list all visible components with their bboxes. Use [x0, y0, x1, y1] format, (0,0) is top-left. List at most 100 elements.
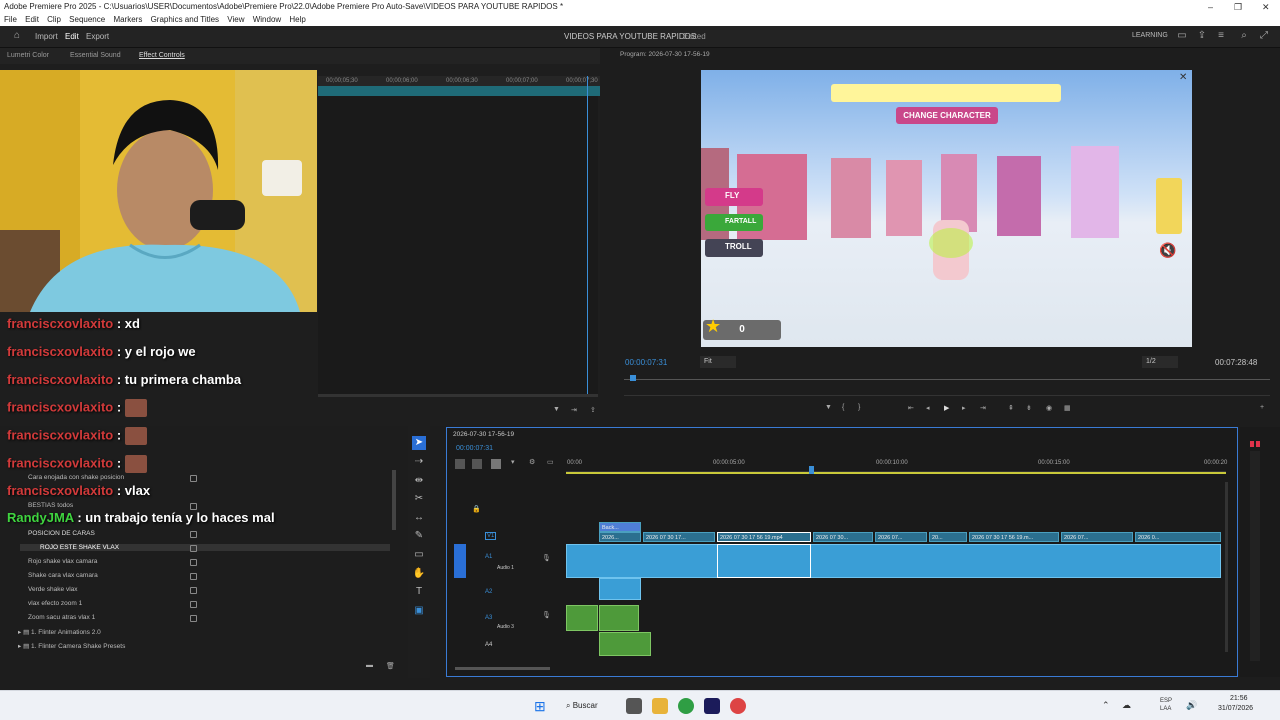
- menu-help[interactable]: Help: [289, 15, 305, 24]
- video-clip[interactable]: 2026 07...: [875, 532, 927, 542]
- audio-clip-a2[interactable]: [599, 578, 641, 600]
- project-folder[interactable]: ▸ ▤ 1. Flinter Camera Shake Presets: [18, 642, 125, 650]
- compare-icon[interactable]: ▦: [1064, 404, 1071, 412]
- lift-icon[interactable]: ⇞: [1008, 404, 1014, 412]
- menu-icon[interactable]: ≡: [1215, 30, 1227, 42]
- video-clip[interactable]: 2026 07 30 17 56 19.m...: [969, 532, 1059, 542]
- audio-clip-a3[interactable]: [566, 605, 598, 631]
- mic-icon[interactable]: 🎙: [542, 554, 551, 562]
- search-icon[interactable]: ⌕: [1238, 30, 1250, 42]
- project-item[interactable]: BESTIAS todos: [28, 502, 73, 509]
- timeline-playhead[interactable]: [809, 466, 814, 474]
- video-clip[interactable]: 2026 07...: [1061, 532, 1133, 542]
- home-icon[interactable]: ⌂: [11, 30, 23, 42]
- lock-icon[interactable]: [190, 531, 197, 538]
- clock-time[interactable]: 21:56: [1230, 695, 1248, 702]
- jump-icon[interactable]: ⇪: [590, 406, 596, 414]
- lock-icon[interactable]: [190, 587, 197, 594]
- extract-icon[interactable]: ⇟: [1026, 404, 1032, 412]
- mic-icon[interactable]: 🎙: [542, 611, 551, 619]
- file-explorer-icon[interactable]: [652, 698, 668, 714]
- camera-icon[interactable]: ◉: [1046, 404, 1052, 412]
- marker-icon[interactable]: ▾: [511, 458, 515, 466]
- project-item[interactable]: Cara enojada con shake posicion: [28, 474, 124, 481]
- go-to-in-icon[interactable]: ⇤: [908, 404, 914, 412]
- track-a2[interactable]: A2: [485, 589, 492, 595]
- timeline-zoom-scrollbar[interactable]: [455, 667, 550, 670]
- marker-add-icon[interactable]: [491, 459, 501, 469]
- project-item-selected[interactable]: ROJO ESTE SHAKE VLAX: [20, 544, 390, 551]
- export-frame-icon[interactable]: ⇥: [571, 406, 577, 414]
- menu-markers[interactable]: Markers: [113, 15, 142, 24]
- tray-chevron-icon[interactable]: ⌃: [1102, 700, 1110, 711]
- video-clip[interactable]: Back...: [599, 522, 641, 532]
- wrench-icon[interactable]: ⚙: [529, 458, 535, 466]
- export-tab[interactable]: Export: [86, 32, 109, 41]
- fartall-button[interactable]: FARTALL: [705, 214, 763, 231]
- chrome-icon[interactable]: [678, 698, 694, 714]
- program-zoombar[interactable]: [624, 395, 1270, 396]
- video-clip[interactable]: 20...: [929, 532, 967, 542]
- timeline-timecode[interactable]: 00:00:07:31: [456, 445, 493, 452]
- video-clip[interactable]: 2026 07 30 17...: [643, 532, 715, 542]
- lock-icon[interactable]: [190, 545, 197, 552]
- program-timecode[interactable]: 00:00:07:31: [625, 358, 667, 367]
- track-a1[interactable]: A1: [485, 554, 492, 560]
- lock-icon[interactable]: [190, 615, 197, 622]
- share-icon[interactable]: ⇪: [1196, 30, 1208, 42]
- track-a4[interactable]: A4: [485, 642, 492, 648]
- track-select-icon[interactable]: ⇢: [412, 455, 426, 469]
- timeline-vscroll[interactable]: [1225, 482, 1228, 652]
- video-clip[interactable]: 2026...: [599, 532, 641, 542]
- slip-icon[interactable]: ↔: [412, 511, 426, 525]
- project-item[interactable]: vlax efecto zoom 1: [28, 600, 82, 607]
- new-bin-icon[interactable]: ▬: [366, 662, 373, 669]
- rectangle-icon[interactable]: ▭: [412, 548, 426, 562]
- track-v1[interactable]: V1: [485, 532, 497, 540]
- import-tab[interactable]: Import: [35, 32, 58, 41]
- learning-tab[interactable]: LEARNING: [1132, 32, 1168, 39]
- window-icon[interactable]: ▭: [1176, 30, 1188, 42]
- fit-dropdown[interactable]: Fit: [700, 356, 736, 368]
- add-button-icon[interactable]: +: [1260, 404, 1264, 411]
- source-patch-a1[interactable]: [454, 544, 466, 578]
- sequence-tab[interactable]: 2026-07-30 17-56-19: [453, 431, 514, 438]
- app-icon[interactable]: [730, 698, 746, 714]
- selection-tool-icon[interactable]: ➤: [412, 436, 426, 450]
- lock-icon[interactable]: [190, 601, 197, 608]
- lock-icon[interactable]: [190, 573, 197, 580]
- menu-graphics[interactable]: Graphics and Titles: [151, 15, 219, 24]
- track-a3[interactable]: A3: [485, 615, 492, 621]
- windows-start-icon[interactable]: ⊞: [534, 698, 550, 714]
- pen-icon[interactable]: ✎: [412, 529, 426, 543]
- linked-icon[interactable]: [472, 459, 482, 469]
- audio-clip-a4[interactable]: [599, 632, 651, 656]
- tab-effect-controls[interactable]: Effect Controls: [139, 52, 185, 59]
- project-item[interactable]: Shake cara vlax camara: [28, 572, 98, 579]
- project-item[interactable]: Zoom sacu atras vlax 1: [28, 614, 95, 621]
- snap-icon[interactable]: [455, 459, 465, 469]
- change-character-button[interactable]: CHANGE CHARACTER: [896, 107, 998, 124]
- lock-icon[interactable]: [190, 559, 197, 566]
- razor-icon[interactable]: ✂: [412, 492, 426, 506]
- mute-icon[interactable]: 🔇: [1159, 242, 1179, 262]
- tab-essential-sound[interactable]: Essential Sound: [70, 52, 121, 59]
- menu-edit[interactable]: Edit: [25, 15, 39, 24]
- project-item[interactable]: POSICION DE CARAS: [28, 530, 95, 537]
- in-point-icon[interactable]: {: [842, 404, 844, 411]
- edit-tab[interactable]: Edit: [65, 32, 79, 41]
- play-icon[interactable]: ▶: [944, 404, 949, 412]
- go-to-out-icon[interactable]: ⇥: [980, 404, 986, 412]
- video-clip[interactable]: 2026 0...: [1135, 532, 1221, 542]
- out-point-icon[interactable]: }: [858, 404, 860, 411]
- close-button[interactable]: ✕: [1262, 0, 1270, 14]
- lock-icon[interactable]: [190, 475, 197, 482]
- lock-icon[interactable]: 🔒: [472, 505, 481, 513]
- network-icon[interactable]: ☁: [1122, 700, 1131, 711]
- type-icon[interactable]: T: [412, 585, 426, 599]
- menu-view[interactable]: View: [227, 15, 244, 24]
- marker-icon[interactable]: ▼: [825, 404, 832, 411]
- menu-file[interactable]: File: [4, 15, 17, 24]
- language-indicator[interactable]: ESP LAA: [1160, 697, 1172, 713]
- caption-icon[interactable]: ▣: [412, 604, 426, 618]
